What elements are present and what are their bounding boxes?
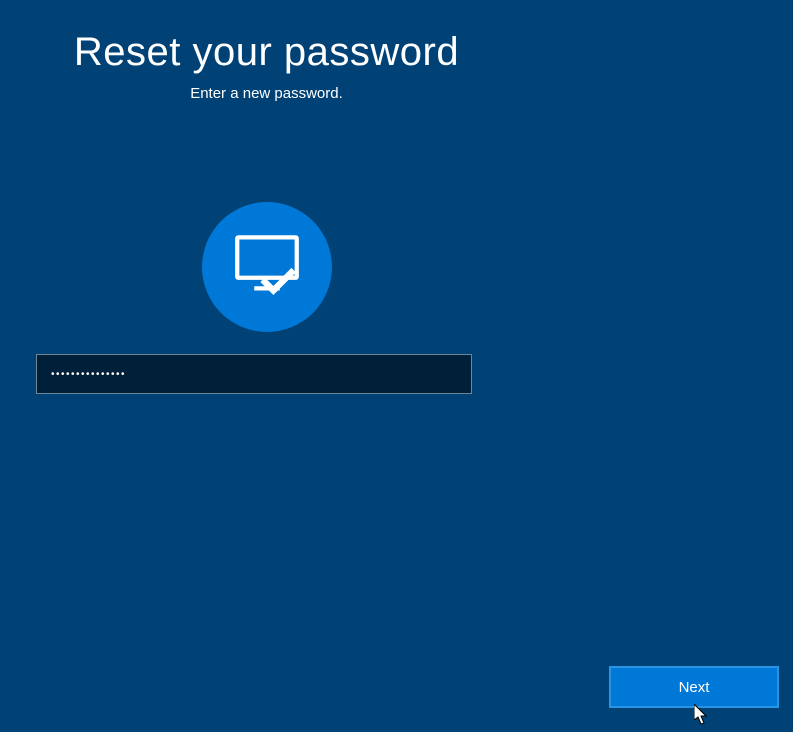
mouse-cursor-icon bbox=[694, 704, 710, 731]
header: Reset your password Enter a new password… bbox=[0, 0, 793, 102]
next-button-label: Next bbox=[679, 679, 710, 696]
page-subtitle: Enter a new password. bbox=[0, 85, 793, 102]
monitor-check-icon bbox=[233, 231, 301, 304]
next-button[interactable]: Next bbox=[609, 666, 779, 708]
password-mask-value: ••••••••••••••• bbox=[51, 369, 126, 380]
page-title: Reset your password bbox=[0, 30, 793, 75]
new-password-input[interactable]: ••••••••••••••• bbox=[36, 354, 472, 394]
account-avatar bbox=[202, 202, 332, 332]
